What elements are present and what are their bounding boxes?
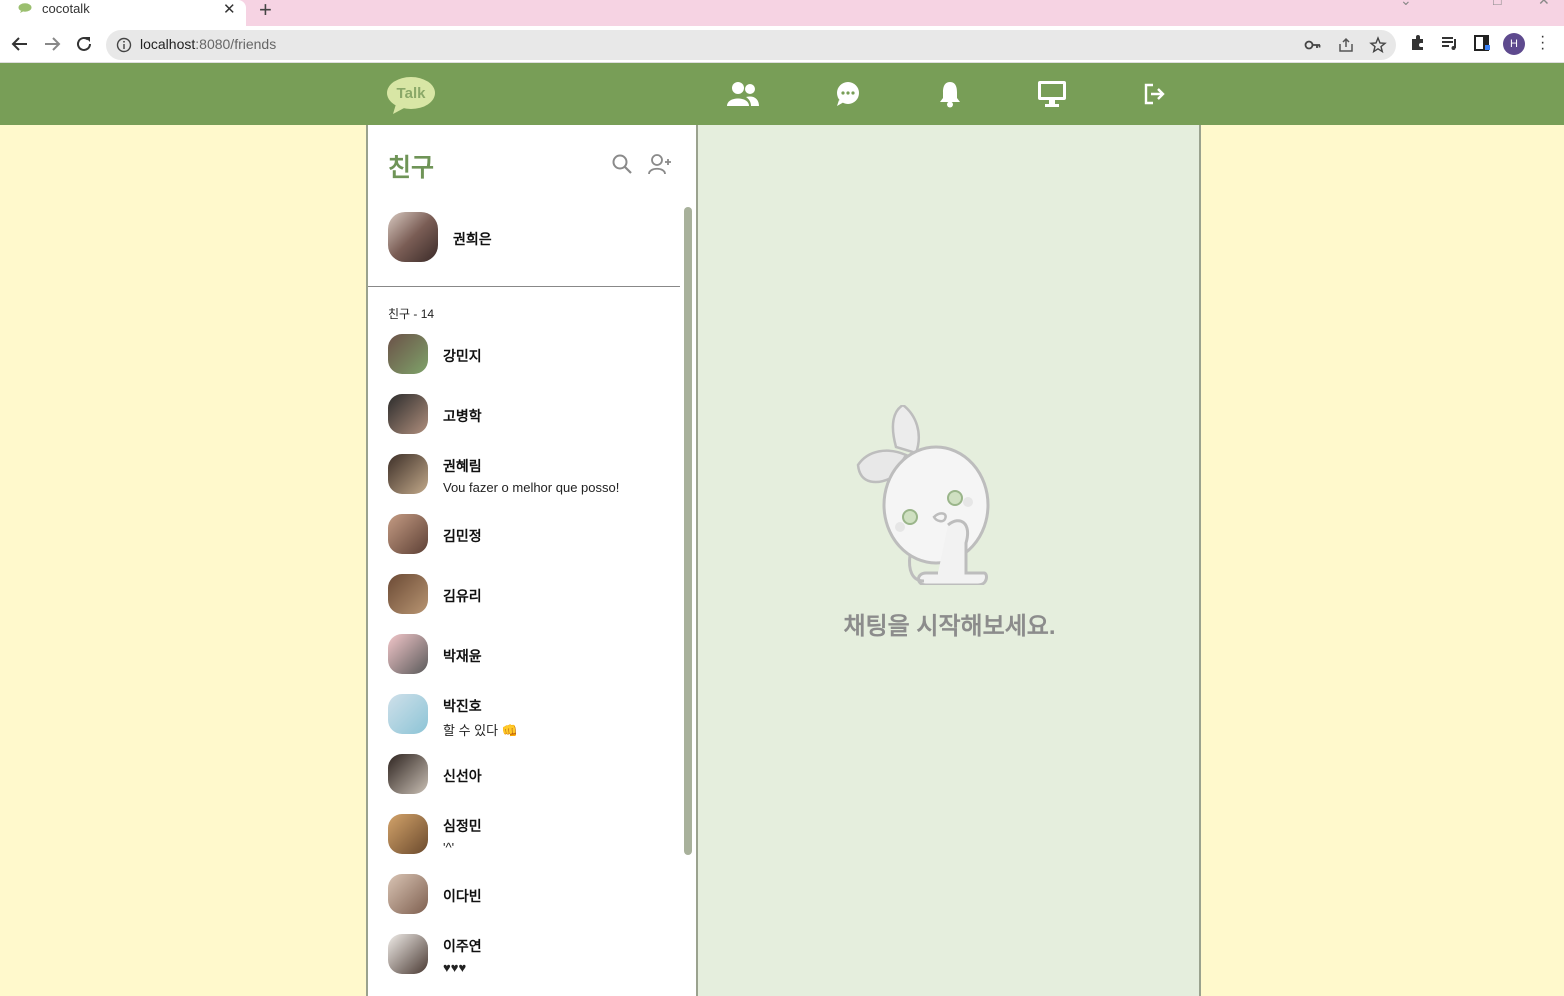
avatar xyxy=(388,394,428,434)
list-item[interactable]: 김유리 xyxy=(388,574,678,614)
list-item[interactable]: 이다빈 xyxy=(388,874,678,914)
info-icon[interactable] xyxy=(116,37,132,53)
friend-status: ♥♥♥ xyxy=(443,960,467,975)
my-profile[interactable]: 권희은 xyxy=(388,212,678,262)
extensions-puzzle-icon[interactable] xyxy=(1408,33,1428,53)
maximize-icon[interactable]: □ xyxy=(1493,0,1501,8)
chat-icon[interactable] xyxy=(830,79,866,109)
talk-logo[interactable]: Talk xyxy=(386,76,436,114)
friend-name: 김유리 xyxy=(443,588,482,604)
friend-name: 강민지 xyxy=(443,348,482,364)
bell-icon[interactable] xyxy=(932,79,968,109)
forward-arrow-icon[interactable] xyxy=(40,32,64,56)
friend-name: 신선아 xyxy=(443,768,482,784)
friend-name: 심정민 xyxy=(443,818,482,834)
minimize-icon[interactable]: ⌄ xyxy=(1400,0,1412,9)
reload-icon[interactable] xyxy=(72,32,96,56)
avatar xyxy=(388,634,428,674)
friends-panel: 친구 권희은 친구 - 14 강민지고병학권혜림 Vou fazer o melh… xyxy=(366,125,698,996)
tab-close-icon[interactable]: ✕ xyxy=(223,0,236,18)
avatar xyxy=(388,934,428,974)
avatar xyxy=(388,754,428,794)
avatar xyxy=(388,454,428,494)
list-item[interactable]: 신선아 xyxy=(388,754,678,794)
page-title: 친구 xyxy=(388,154,435,182)
side-panel-icon[interactable] xyxy=(1472,33,1492,53)
browser-tab[interactable]: cocotalk ✕ xyxy=(0,0,246,26)
mascot-illustration xyxy=(856,405,990,585)
profile-avatar[interactable]: H xyxy=(1503,33,1525,55)
friend-status: 할 수 있다 👊 xyxy=(443,723,518,738)
friend-name: 박진호 xyxy=(443,698,482,714)
friends-icon[interactable] xyxy=(725,79,761,109)
avatar xyxy=(388,212,438,262)
list-item[interactable]: 고병학 xyxy=(388,394,678,434)
search-icon[interactable] xyxy=(611,153,633,175)
friend-status: '^' xyxy=(443,840,455,855)
app-header: Talk xyxy=(0,63,1564,125)
logout-icon[interactable] xyxy=(1137,79,1173,109)
chat-bubble-favicon-icon xyxy=(18,3,32,13)
scrollbar[interactable] xyxy=(684,207,692,855)
avatar xyxy=(388,874,428,914)
friend-name: 고병학 xyxy=(443,408,482,424)
list-item[interactable]: 김민정 xyxy=(388,514,678,554)
bookmark-star-icon[interactable] xyxy=(1369,36,1387,54)
avatar xyxy=(388,514,428,554)
list-item[interactable]: 강민지 xyxy=(388,334,678,374)
divider xyxy=(368,286,680,287)
list-item[interactable]: 박진호할 수 있다 👊 xyxy=(388,694,678,738)
share-icon[interactable] xyxy=(1337,36,1355,54)
window-close-icon[interactable]: ✕ xyxy=(1538,0,1550,9)
svg-text:Talk: Talk xyxy=(397,85,427,102)
media-queue-icon[interactable] xyxy=(1440,33,1460,53)
friend-name: 권혜림 xyxy=(443,458,482,474)
address-bar[interactable]: localhost:8080/friends xyxy=(106,30,1396,60)
avatar xyxy=(388,814,428,854)
avatar xyxy=(388,334,428,374)
list-item[interactable]: 박재윤 xyxy=(388,634,678,674)
tab-title: cocotalk xyxy=(42,1,90,16)
add-friend-icon[interactable] xyxy=(648,153,672,175)
browser-toolbar: localhost:8080/friends H · · · xyxy=(0,26,1564,63)
chat-panel: 채팅을 시작해보세요. xyxy=(698,125,1201,996)
back-arrow-icon[interactable] xyxy=(8,32,32,56)
friend-name: 박재윤 xyxy=(443,648,482,664)
list-item[interactable]: 권혜림 Vou fazer o melhor que posso! xyxy=(388,454,678,495)
friend-name: 김민정 xyxy=(443,528,482,544)
browser-menu-icon[interactable]: · · · xyxy=(1540,29,1545,57)
list-item[interactable]: 이주연 ♥♥♥ xyxy=(388,934,678,975)
empty-chat-message: 채팅을 시작해보세요. xyxy=(843,613,1056,640)
list-item[interactable]: 심정민 '^' xyxy=(388,814,678,855)
browser-tabstrip: cocotalk ✕ + ⌄ □ ✕ xyxy=(0,0,1564,26)
friend-name: 이다빈 xyxy=(443,888,482,904)
new-tab-button[interactable]: + xyxy=(259,0,272,23)
friend-count: 친구 - 14 xyxy=(388,307,435,321)
url-text: localhost:8080/friends xyxy=(140,36,277,52)
key-icon[interactable] xyxy=(1304,36,1322,54)
avatar xyxy=(388,694,428,734)
my-profile-name: 권희은 xyxy=(453,231,492,247)
friend-status: Vou fazer o melhor que posso! xyxy=(443,480,620,495)
friend-name: 이주연 xyxy=(443,938,482,954)
monitor-icon[interactable] xyxy=(1034,79,1070,109)
avatar xyxy=(388,574,428,614)
